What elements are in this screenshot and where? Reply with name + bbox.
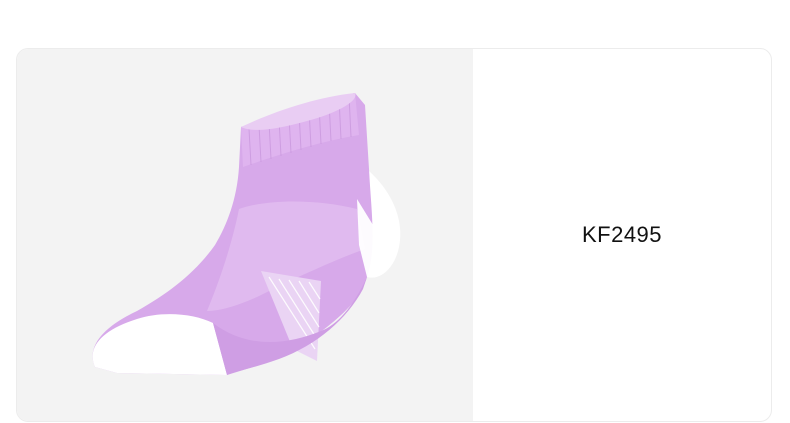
- sock-image: [92, 93, 401, 375]
- product-info: KF2495: [473, 49, 771, 421]
- product-card[interactable]: KF2495: [16, 48, 772, 422]
- product-image[interactable]: [17, 49, 473, 421]
- product-code: KF2495: [581, 222, 663, 247]
- sock-toe: [92, 314, 227, 375]
